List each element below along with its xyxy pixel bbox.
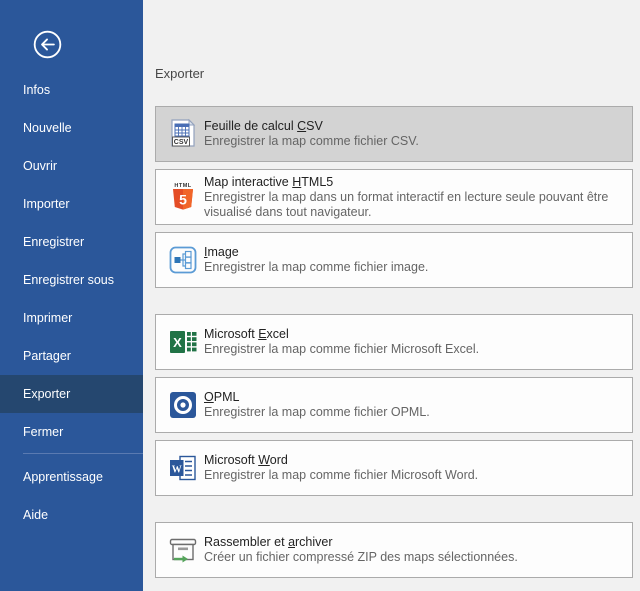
export-option-title: Map interactive HTML5 xyxy=(204,175,632,190)
sidebar-item-ouvrir[interactable]: Ouvrir xyxy=(0,147,143,185)
svg-text:CSV: CSV xyxy=(174,139,189,146)
archive-icon xyxy=(166,533,200,567)
sidebar-item-infos[interactable]: Infos xyxy=(0,71,143,109)
backstage-sidebar: Infos Nouvelle Ouvrir Importer Enregistr… xyxy=(0,0,143,591)
svg-text:W: W xyxy=(172,465,182,476)
sidebar-item-imprimer[interactable]: Imprimer xyxy=(0,299,143,337)
export-option-html5[interactable]: HTML 5 Map interactive HTML5 Enregistrer… xyxy=(155,169,633,225)
back-arrow-icon[interactable] xyxy=(31,28,64,61)
export-option-opml[interactable]: OPML Enregistrer la map comme fichier OP… xyxy=(155,377,633,433)
sidebar-item-enregistrer-sous[interactable]: Enregistrer sous xyxy=(0,261,143,299)
sidebar-item-nouvelle[interactable]: Nouvelle xyxy=(0,109,143,147)
export-option-description: Créer un fichier compressé ZIP des maps … xyxy=(204,550,518,565)
export-option-text: Microsoft Word Enregistrer la map comme … xyxy=(204,453,478,483)
export-option-text: Microsoft Excel Enregistrer la map comme… xyxy=(204,327,479,357)
export-option-title: Image xyxy=(204,245,428,260)
sidebar-divider xyxy=(23,453,143,454)
back-button-area xyxy=(0,0,143,71)
svg-text:HTML: HTML xyxy=(174,183,191,189)
export-option-title: Rassembler et archiver xyxy=(204,535,518,550)
csv-spreadsheet-icon: CSV xyxy=(166,117,200,151)
export-option-text: Image Enregistrer la map comme fichier i… xyxy=(204,245,428,275)
export-option-csv[interactable]: CSV Feuille de calcul CSV Enregistrer la… xyxy=(155,106,633,162)
sidebar-item-importer[interactable]: Importer xyxy=(0,185,143,223)
svg-text:5: 5 xyxy=(179,192,187,208)
html5-icon: HTML 5 xyxy=(166,180,200,214)
sidebar-item-exporter[interactable]: Exporter xyxy=(0,375,143,413)
sidebar-item-aide[interactable]: Aide xyxy=(0,496,143,534)
export-option-title: OPML xyxy=(204,390,430,405)
export-option-description: Enregistrer la map comme fichier Microso… xyxy=(204,468,478,483)
sidebar-item-apprentissage[interactable]: Apprentissage xyxy=(0,458,143,496)
export-option-image[interactable]: Image Enregistrer la map comme fichier i… xyxy=(155,232,633,288)
sidebar-item-fermer[interactable]: Fermer xyxy=(0,413,143,451)
export-option-description: Enregistrer la map comme fichier image. xyxy=(204,260,428,275)
export-option-title: Microsoft Word xyxy=(204,453,478,468)
export-option-text: OPML Enregistrer la map comme fichier OP… xyxy=(204,390,430,420)
sidebar-item-partager[interactable]: Partager xyxy=(0,337,143,375)
export-option-description: Enregistrer la map dans un format intera… xyxy=(204,190,632,220)
sidebar-item-enregistrer[interactable]: Enregistrer xyxy=(0,223,143,261)
excel-icon: X xyxy=(166,325,200,359)
opml-icon xyxy=(166,388,200,422)
export-option-description: Enregistrer la map comme fichier CSV. xyxy=(204,134,419,149)
export-option-excel[interactable]: X Microsoft Excel Enregistrer la map com… xyxy=(155,314,633,370)
export-page: Exporter CSV Feuille de calcul CSV Enreg… xyxy=(143,0,640,591)
page-title: Exporter xyxy=(155,66,633,81)
export-option-title: Feuille de calcul CSV xyxy=(204,119,419,134)
export-option-description: Enregistrer la map comme fichier OPML. xyxy=(204,405,430,420)
svg-text:X: X xyxy=(173,335,182,350)
image-export-icon xyxy=(166,243,200,277)
word-icon: W xyxy=(166,451,200,485)
export-option-title: Microsoft Excel xyxy=(204,327,479,342)
export-option-pack-and-go[interactable]: Rassembler et archiver Créer un fichier … xyxy=(155,522,633,578)
export-option-word[interactable]: W Microsoft Word Enregistrer la map comm… xyxy=(155,440,633,496)
export-option-text: Map interactive HTML5 Enregistrer la map… xyxy=(204,175,632,220)
export-option-description: Enregistrer la map comme fichier Microso… xyxy=(204,342,479,357)
export-option-text: Feuille de calcul CSV Enregistrer la map… xyxy=(204,119,419,149)
export-option-text: Rassembler et archiver Créer un fichier … xyxy=(204,535,518,565)
